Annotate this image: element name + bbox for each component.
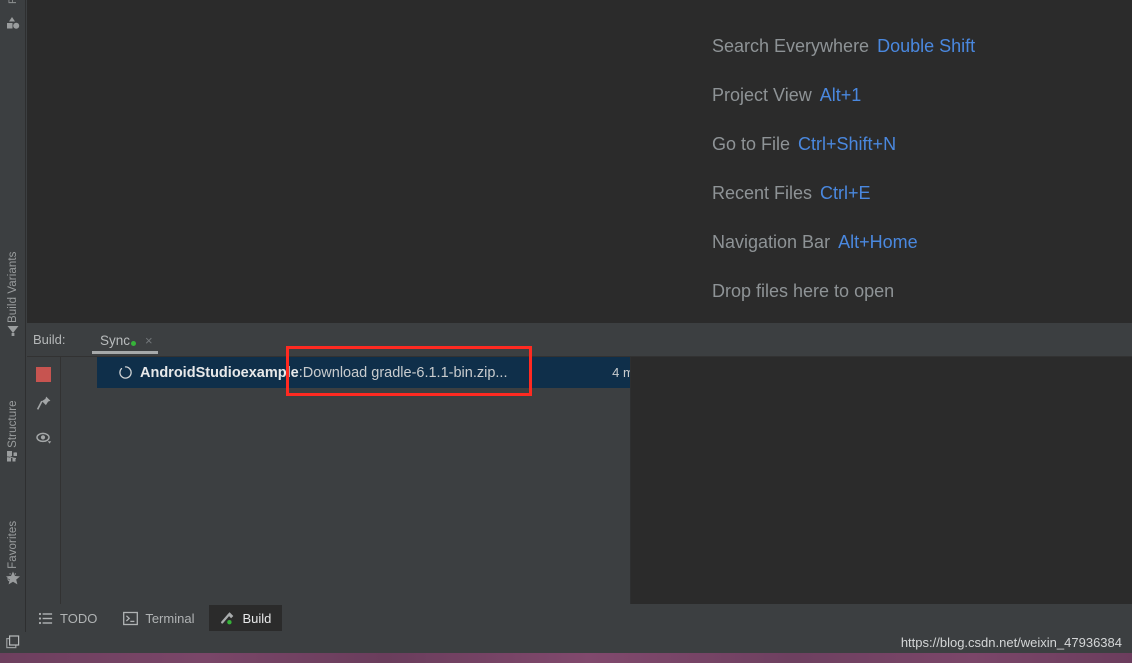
watermark-url: https://blog.csdn.net/weixin_47936384 [900,635,1122,650]
left-tool-strip: R Build Variants 7: Structure 2: Favorit… [0,0,26,653]
todo-list-icon [38,611,53,626]
hint-shortcut-label: Double Shift [877,36,976,56]
build-gutter-toolbar [27,357,61,604]
build-variants-icon[interactable] [4,322,22,340]
hint-action-label: Search Everywhere [712,36,870,56]
table-row[interactable]: AndroidStudioexample : Download gradle-6… [97,357,666,388]
sidebar-item-build-variants-label[interactable]: Build Variants [2,223,24,323]
status-bar: https://blog.csdn.net/weixin_47936384 [0,632,1132,653]
show-tool-windows-icon[interactable] [6,635,21,650]
hint-shortcut-label: Alt+Home [838,232,918,252]
build-tab-bar: Build: Sync × [27,323,1132,357]
progress-spinner-icon [119,366,132,379]
hint-action-label: Navigation Bar [712,232,831,252]
hammer-icon [220,611,235,626]
hint-action-label: Project View [712,85,812,105]
build-row-task: Download gradle-6.1.1-bin.zip... [302,364,508,381]
hint-navigation-bar[interactable]: Navigation Bar Alt+Home [712,218,1132,267]
hint-go-to-file[interactable]: Go to File Ctrl+Shift+N [712,120,1132,169]
hint-drop-files[interactable]: Drop files here to open [712,267,1132,316]
build-tool-window: Build: Sync × AndroidStudioexample: Dow… [27,323,1132,604]
resource-manager-icon[interactable] [4,14,22,32]
tab-sync-label: Sync [100,332,131,348]
hint-action-label: Go to File [712,134,791,154]
terminal-icon [123,611,139,626]
favorites-star-icon[interactable] [4,569,22,587]
tool-button-build[interactable]: Build [209,605,283,631]
build-detail-pane[interactable] [631,357,1132,604]
hint-search-everywhere[interactable]: Search Everywhere Double Shift [712,22,1132,71]
tab-active-underline [92,351,158,354]
build-window-title: Build: [33,332,66,347]
structure-icon[interactable] [4,447,22,465]
tool-button-label: Terminal [145,610,195,626]
desktop-wallpaper-strip [0,653,1132,663]
hint-project-view[interactable]: Project View Alt+1 [712,71,1132,120]
build-window-body: AndroidStudioexample : Download gradle-6… [27,357,1132,604]
hint-shortcut-label: Ctrl+E [820,183,871,203]
android-studio-window: R Build Variants 7: Structure 2: Favorit… [0,0,1132,663]
tool-button-terminal[interactable]: Terminal [112,605,205,631]
hint-action-label: Drop files here to open [712,281,895,301]
pin-tab-button[interactable] [35,394,53,412]
close-icon[interactable]: × [145,334,153,347]
hint-shortcut-label: Ctrl+Shift+N [798,134,897,154]
build-row-module: AndroidStudioexample [140,364,299,381]
hint-shortcut-label: Alt+1 [819,85,862,105]
sidebar-item-resource-manager-label[interactable]: R [2,0,24,4]
build-tree-pane[interactable]: AndroidStudioexample : Download gradle-6… [62,357,666,604]
stop-button[interactable] [36,367,51,382]
tool-button-label: TODO [60,610,98,626]
tool-button-todo[interactable]: TODO [27,605,108,631]
tool-button-label: Build [242,610,272,626]
sync-status-dot [131,341,137,346]
editor-hint-list: Search Everywhere Double Shift Project Vi… [712,22,1132,316]
toggle-view-button[interactable] [35,429,53,447]
editor-empty-area[interactable]: Search Everywhere Double Shift Project Vi… [27,0,1132,323]
hint-action-label: Recent Files [712,183,813,203]
hint-recent-files[interactable]: Recent Files Ctrl+E [712,169,1132,218]
bottom-tool-bar: TODO Terminal Build [27,604,1132,632]
